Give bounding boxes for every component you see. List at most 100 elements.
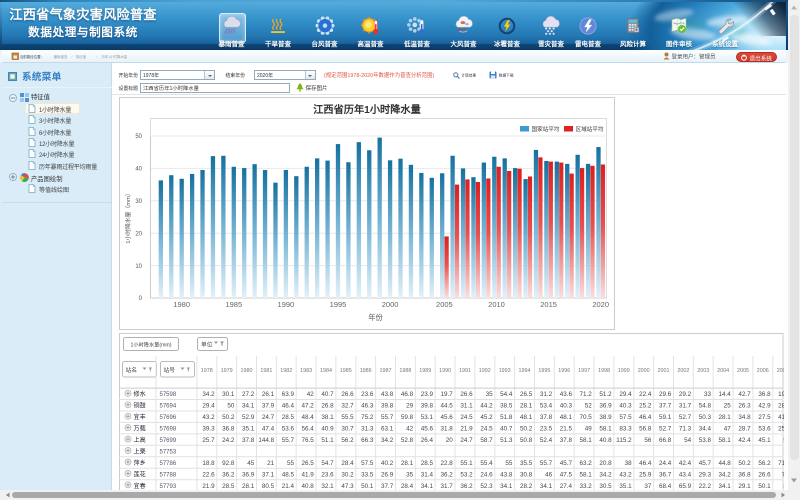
svg-text:(规定范围1978-2020年数据作为普查分析范围): (规定范围1978-2020年数据作为普查分析范围)	[324, 71, 434, 79]
svg-text:35.1: 35.1	[619, 481, 632, 490]
svg-text:32.7: 32.7	[341, 401, 354, 410]
svg-text:35.5: 35.5	[520, 458, 533, 467]
svg-text:115.2: 115.2	[616, 435, 632, 444]
svg-text:58.1: 58.1	[580, 469, 593, 478]
svg-text:51.3: 51.3	[500, 435, 513, 444]
svg-text:1小时降水量（mm）: 1小时降水量（mm）	[123, 190, 132, 243]
svg-text:52.3: 52.3	[480, 481, 493, 490]
svg-text:50.2: 50.2	[738, 458, 751, 467]
svg-text:58.1: 58.1	[599, 424, 612, 433]
svg-text:登录用户：管理员: 登录用户：管理员	[672, 52, 717, 60]
svg-text:28.3: 28.3	[778, 401, 783, 410]
svg-text:58.1: 58.1	[580, 435, 593, 444]
svg-text:36.8: 36.8	[738, 469, 751, 478]
svg-text:2000: 2000	[638, 366, 650, 374]
svg-text:25.9: 25.9	[639, 469, 652, 478]
svg-text:历年1小时降水量: 历年1小时降水量	[102, 54, 128, 59]
svg-text:40: 40	[135, 164, 142, 173]
svg-text:27.2: 27.2	[242, 389, 255, 398]
svg-text:71.2: 71.2	[580, 389, 593, 398]
svg-text:28.1: 28.1	[719, 412, 732, 421]
svg-text:31.2: 31.2	[540, 389, 553, 398]
svg-text:当前路径位置：: 当前路径位置：	[20, 54, 44, 60]
svg-text:45.7: 45.7	[560, 458, 573, 467]
svg-text:36.8: 36.8	[758, 389, 771, 398]
svg-text:28.5: 28.5	[222, 481, 235, 490]
svg-text:34.1: 34.1	[719, 481, 732, 490]
svg-text:19.2: 19.2	[778, 389, 783, 398]
svg-text:29.4: 29.4	[202, 401, 215, 410]
svg-text:31.4: 31.4	[421, 469, 434, 478]
svg-text:36.2: 36.2	[460, 481, 473, 490]
svg-text:34.2: 34.2	[202, 389, 215, 398]
svg-text:44.2: 44.2	[480, 401, 493, 410]
svg-text:28.2: 28.2	[520, 481, 533, 490]
svg-text:71.3: 71.3	[778, 458, 783, 467]
svg-text:50.1: 50.1	[361, 481, 374, 490]
svg-text:68.4: 68.4	[659, 481, 672, 490]
svg-text:萍乡: 萍乡	[134, 458, 146, 467]
svg-text:2007: 2007	[777, 366, 784, 374]
svg-text:江西省历年1小时降水量: 江西省历年1小时降水量	[313, 101, 421, 116]
svg-text:1980: 1980	[241, 366, 253, 374]
svg-text:49: 49	[585, 424, 593, 433]
svg-text:21: 21	[267, 458, 275, 467]
svg-text:22.6: 22.6	[202, 469, 215, 478]
svg-text:26.5: 26.5	[520, 389, 533, 398]
svg-text:35.1: 35.1	[242, 424, 255, 433]
svg-text:53.6: 53.6	[282, 424, 295, 433]
svg-text:2004: 2004	[717, 366, 729, 374]
svg-text:65.9: 65.9	[679, 481, 692, 490]
svg-text:63.9: 63.9	[282, 389, 295, 398]
svg-text:40.3: 40.3	[560, 401, 573, 410]
svg-text:24.2: 24.2	[222, 435, 235, 444]
svg-text:33: 33	[704, 389, 712, 398]
svg-text:50: 50	[227, 401, 235, 410]
svg-text:57694: 57694	[160, 401, 177, 410]
svg-text:/: /	[72, 54, 73, 59]
svg-text:1995: 1995	[538, 366, 550, 374]
svg-text:66.3: 66.3	[361, 435, 374, 444]
svg-text:26.6: 26.6	[341, 389, 354, 398]
svg-text:43.8: 43.8	[500, 469, 513, 478]
svg-text:31.8: 31.8	[441, 424, 454, 433]
svg-text:48.1: 48.1	[520, 412, 533, 421]
svg-text:1992: 1992	[479, 366, 491, 374]
svg-text:1991: 1991	[459, 366, 471, 374]
svg-text:38.9: 38.9	[599, 412, 612, 421]
svg-text:43.2: 43.2	[619, 469, 632, 478]
svg-text:63.1: 63.1	[381, 424, 394, 433]
svg-text:92.8: 92.8	[222, 458, 235, 467]
svg-text:20: 20	[135, 228, 142, 237]
svg-text:设置标题: 设置标题	[119, 85, 139, 92]
svg-text:7.1: 7.1	[782, 469, 784, 478]
svg-text:上栗: 上栗	[134, 446, 146, 455]
svg-text:56.2: 56.2	[341, 435, 354, 444]
svg-text:55.7: 55.7	[540, 458, 553, 467]
svg-text:57696: 57696	[160, 412, 177, 421]
svg-text:63.2: 63.2	[580, 458, 593, 467]
svg-text:1985: 1985	[340, 366, 352, 374]
svg-text:24.5: 24.5	[480, 424, 493, 433]
svg-text:26.6: 26.6	[460, 389, 473, 398]
svg-text:46.4: 46.4	[282, 401, 295, 410]
svg-text:56.2: 56.2	[758, 458, 771, 467]
svg-text:80.5: 80.5	[262, 481, 275, 490]
svg-text:计算结果: 计算结果	[461, 73, 476, 79]
svg-text:45.6: 45.6	[441, 412, 454, 421]
svg-text:28.7: 28.7	[738, 424, 751, 433]
svg-text:32.1: 32.1	[321, 481, 334, 490]
svg-text:29.3: 29.3	[699, 469, 712, 478]
svg-text:2000: 2000	[382, 299, 399, 310]
svg-text:40.2: 40.2	[381, 458, 394, 467]
svg-text:开始年份: 开始年份	[119, 72, 139, 79]
svg-text:25: 25	[724, 401, 732, 410]
svg-text:18.8: 18.8	[202, 458, 215, 467]
svg-text:54.7: 54.7	[321, 458, 334, 467]
svg-text:30: 30	[135, 196, 142, 205]
svg-text:数据下载: 数据下载	[499, 73, 514, 79]
svg-text:53.1: 53.1	[421, 412, 434, 421]
svg-text:48.1: 48.1	[560, 412, 573, 421]
svg-text:54.8: 54.8	[699, 401, 712, 410]
svg-text:24.6: 24.6	[480, 469, 493, 478]
